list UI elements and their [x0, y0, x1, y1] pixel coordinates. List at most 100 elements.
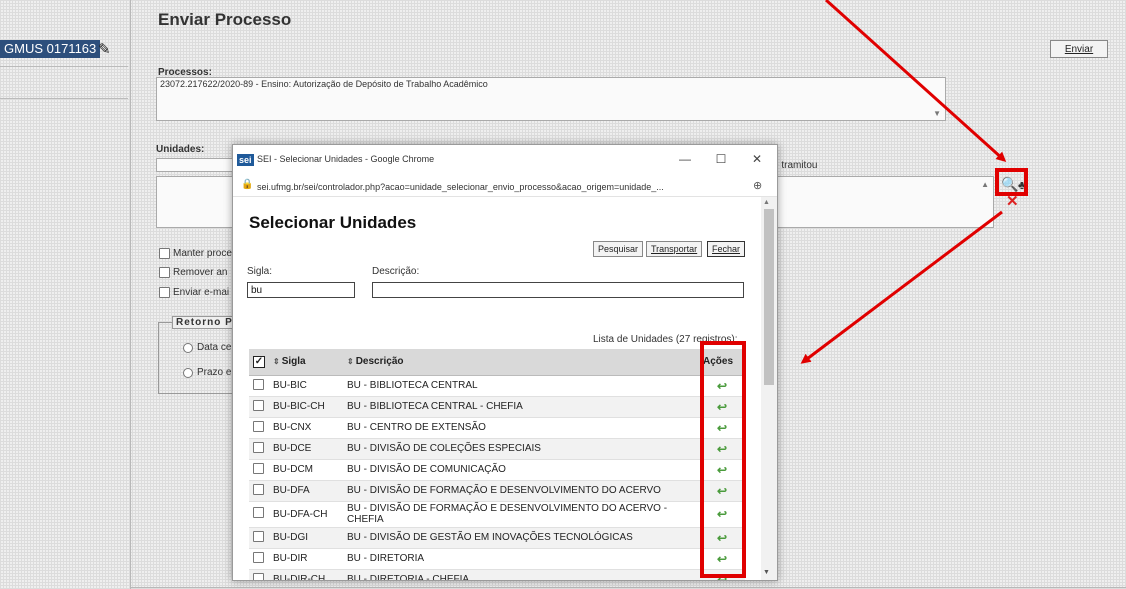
row-sigla: BU-CNX — [269, 417, 343, 439]
checkbox[interactable] — [159, 287, 170, 298]
row-checkbox[interactable] — [253, 399, 264, 411]
unidades-input[interactable] — [156, 158, 236, 172]
select-all-header[interactable]: ✓ — [249, 349, 269, 376]
row-descricao: BU - DIRETORIA - CHEFIA — [343, 569, 699, 580]
row-checkbox[interactable] — [253, 462, 264, 474]
descricao-header[interactable]: ⇕ Descrição — [343, 349, 699, 376]
scrollbar-thumb[interactable] — [764, 209, 774, 385]
row-descricao: BU - DIVISÃO DE GESTÃO EM INOVAÇÕES TECN… — [343, 527, 699, 549]
descricao-input[interactable] — [372, 282, 744, 298]
row-sigla: BU-DFA — [269, 480, 343, 502]
fechar-button[interactable]: Fechar — [707, 241, 746, 257]
table-row[interactable]: BU-DFA-CH BU - DIVISÃO DE FORMAÇÃO E DESE… — [249, 501, 745, 528]
sei-logo: sei — [237, 154, 254, 166]
row-descricao: BU - BIBLIOTECA CENTRAL — [343, 375, 699, 397]
checkbox[interactable] — [159, 248, 170, 259]
option-label: Enviar e-mai — [173, 287, 230, 298]
chevron-down-icon[interactable]: ▼ — [933, 109, 941, 118]
radio-label: Prazo e — [197, 367, 232, 378]
option-label: Manter proce — [173, 248, 232, 259]
row-sigla: BU-DIR-CH — [269, 569, 343, 580]
processo-item: 23072.217622/2020-89 - Ensino: Autorizaç… — [160, 79, 488, 89]
annotation-highlight-acoes — [700, 341, 746, 578]
table-row[interactable]: BU-BIC-CH BU - BIBLIOTECA CENTRAL - CHEFI… — [249, 396, 745, 418]
retorno-option-prazo[interactable]: Prazo e — [183, 367, 231, 378]
sigla-input[interactable] — [247, 282, 355, 298]
table-row[interactable]: BU-CNX BU - CENTRO DE EXTENSÃO ↩ — [249, 417, 745, 439]
radio[interactable] — [183, 367, 193, 378]
lock-icon[interactable]: 🔒 — [241, 179, 253, 190]
row-descricao: BU - BIBLIOTECA CENTRAL - CHEFIA — [343, 396, 699, 418]
maximize-icon[interactable]: ☐ — [711, 152, 731, 166]
row-sigla: BU-DIR — [269, 548, 343, 570]
row-checkbox[interactable] — [253, 378, 264, 390]
table-row[interactable]: BU-DGI BU - DIVISÃO DE GESTÃO EM INOVAÇÕE… — [249, 527, 745, 549]
annotation-arrow — [800, 210, 1003, 364]
option-remover[interactable]: Remover an — [159, 267, 227, 278]
left-column-border — [130, 0, 131, 589]
table-row[interactable]: BU-DCE BU - DIVISÃO DE COLEÇÕES ESPECIAIS… — [249, 438, 745, 460]
unidades-label: Unidades: — [156, 144, 205, 155]
row-sigla: BU-DGI — [269, 527, 343, 549]
row-checkbox[interactable] — [253, 551, 264, 563]
sigla-label: Sigla: — [247, 266, 273, 277]
divider — [0, 66, 128, 67]
row-descricao: BU - CENTRO DE EXTENSÃO — [343, 417, 699, 439]
unidades-table: ✓ ⇕ Sigla ⇕ Descrição Ações BU-BIC BU - BIB… — [249, 349, 745, 580]
minimize-icon[interactable]: — — [675, 152, 695, 166]
enviar-button-label: Enviar — [1064, 43, 1094, 55]
row-checkbox[interactable] — [253, 507, 264, 518]
pencil-icon[interactable]: ✎ — [98, 40, 111, 58]
divider — [0, 98, 128, 99]
page-title: Enviar Processo — [158, 10, 292, 29]
row-checkbox[interactable] — [253, 483, 264, 495]
sigla-header-label: Sigla — [281, 356, 306, 368]
table-header: ✓ ⇕ Sigla ⇕ Descrição Ações — [249, 349, 745, 376]
user-badge[interactable]: GMUS 0171163 — [0, 40, 101, 58]
row-descricao: BU - DIVISÃO DE FORMAÇÃO E DESENVOLVIMEN… — [343, 501, 699, 528]
row-descricao: BU - DIVISÃO DE COLEÇÕES ESPECIAIS — [343, 438, 699, 460]
option-manter[interactable]: Manter proce — [159, 248, 232, 259]
row-sigla: BU-BIC-CH — [269, 396, 343, 418]
sigla-header[interactable]: ⇕ Sigla — [269, 349, 343, 376]
close-icon[interactable]: ✕ — [747, 152, 767, 166]
option-enviar-email[interactable]: Enviar e-mai — [159, 287, 229, 298]
row-descricao: BU - DIRETORIA — [343, 548, 699, 570]
pesquisar-button[interactable]: Pesquisar — [593, 241, 644, 257]
select-all-checkbox[interactable]: ✓ — [253, 355, 265, 368]
scroll-up-icon[interactable]: ▲ — [763, 199, 770, 206]
table-row[interactable]: BU-DIR BU - DIRETORIA ↩ — [249, 548, 745, 570]
sort-icon[interactable]: ⇕ — [273, 357, 280, 366]
row-checkbox[interactable] — [253, 530, 264, 542]
row-sigla: BU-DCM — [269, 459, 343, 481]
row-checkbox[interactable] — [253, 441, 264, 453]
table-row[interactable]: BU-DIR-CH BU - DIRETORIA - CHEFIA ↩ — [249, 569, 745, 580]
row-checkbox[interactable] — [253, 420, 264, 432]
row-descricao: BU - DIVISÃO DE COMUNICAÇÃO — [343, 459, 699, 481]
radio-label: Data ce — [197, 342, 232, 353]
retorno-option-data[interactable]: Data ce — [183, 342, 231, 353]
checkbox[interactable] — [159, 267, 170, 278]
row-descricao: BU - DIVISÃO DE FORMAÇÃO E DESENVOLVIMEN… — [343, 480, 699, 502]
popup-heading: Selecionar Unidades — [249, 213, 417, 232]
descricao-header-label: Descrição — [355, 356, 404, 368]
processos-list[interactable]: 23072.217622/2020-89 - Ensino: Autorizaç… — [156, 77, 946, 121]
tramitou-text: e tramitou — [773, 160, 818, 171]
chevron-up-icon[interactable]: ▲ — [981, 180, 989, 189]
annotation-highlight-lookup — [995, 168, 1028, 196]
scroll-down-icon[interactable]: ▼ — [763, 569, 770, 576]
table-row[interactable]: BU-DFA BU - DIVISÃO DE FORMAÇÃO E DESENVO… — [249, 480, 745, 502]
row-checkbox[interactable] — [253, 572, 264, 580]
enviar-button[interactable]: Enviar — [1050, 40, 1108, 58]
row-sigla: BU-BIC — [269, 375, 343, 397]
radio[interactable] — [183, 342, 193, 353]
descricao-label: Descrição: — [372, 266, 420, 277]
selecionar-unidades-popup[interactable]: sei SEI - Selecionar Unidades - Google C… — [232, 144, 778, 581]
sort-icon[interactable]: ⇕ — [347, 357, 354, 366]
table-row[interactable]: BU-BIC BU - BIBLIOTECA CENTRAL ↩ — [249, 375, 745, 397]
zoom-icon[interactable]: ⊕ — [753, 179, 762, 192]
transportar-button[interactable]: Transportar — [646, 241, 703, 257]
table-row[interactable]: BU-DCM BU - DIVISÃO DE COMUNICAÇÃO ↩ — [249, 459, 745, 481]
url-text[interactable]: sei.ufmg.br/sei/controlador.php?acao=uni… — [257, 182, 664, 192]
row-sigla: BU-DFA-CH — [269, 501, 343, 528]
